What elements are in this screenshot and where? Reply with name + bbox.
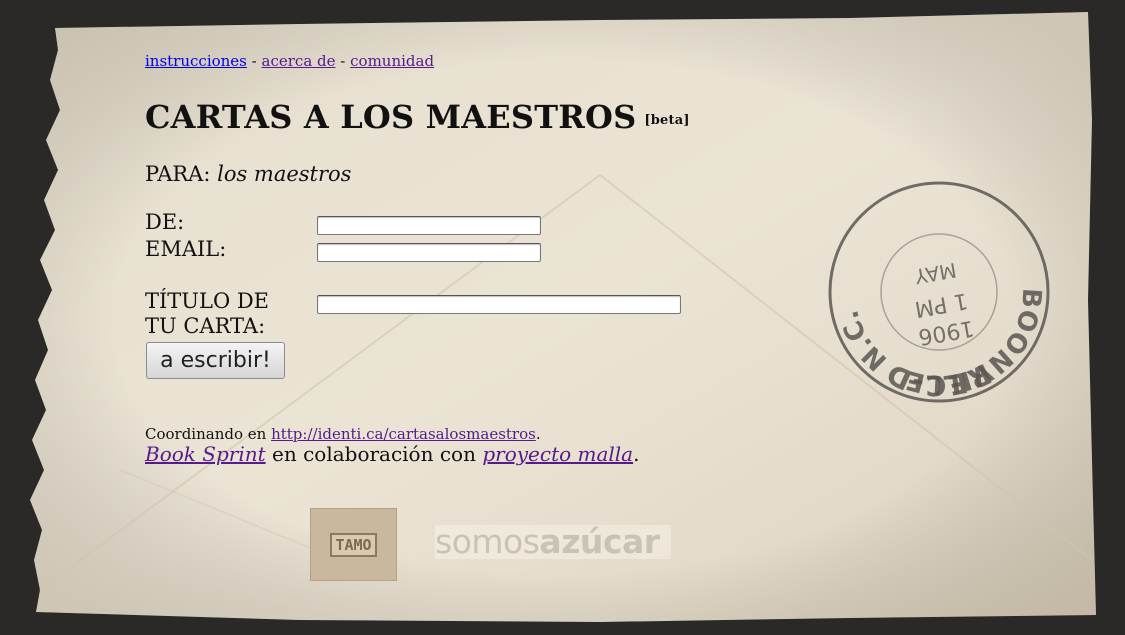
- svg-text:MAY: MAY: [912, 258, 958, 289]
- top-nav: instrucciones - acerca de - comunidad: [145, 52, 434, 70]
- proyecto-malla-link[interactable]: proyecto malla: [482, 442, 633, 466]
- coordination-text: Coordinando en: [145, 425, 267, 443]
- de-label: DE:: [145, 210, 185, 234]
- nav-link-comunidad[interactable]: comunidad: [350, 52, 434, 70]
- postmark-stamp: REC-D BOONVILLE N.C. 1906 1 PM MAY: [828, 181, 1050, 403]
- identica-link[interactable]: http://identi.ca/cartasalosmaestros: [271, 425, 536, 443]
- email-label: EMAIL:: [145, 237, 227, 261]
- recipient-line: PARA: los maestros: [145, 162, 351, 186]
- tamo-logo-text: TAMO: [330, 532, 377, 557]
- somos-azucar-logo[interactable]: somosazúcar: [435, 525, 671, 559]
- titulo-field[interactable]: [317, 295, 681, 314]
- somos-logo-text: somos: [435, 522, 540, 561]
- coordination-period: .: [535, 425, 541, 443]
- tamo-logo[interactable]: TAMO: [310, 508, 397, 581]
- page: REC-D BOONVILLE N.C. 1906 1 PM MAY instr…: [0, 0, 1125, 635]
- beta-badge: [beta]: [644, 113, 690, 128]
- azucar-logo-text: azúcar: [539, 522, 660, 561]
- page-title-text: CARTAS A LOS MAESTROS: [145, 98, 637, 136]
- book-sprint-link[interactable]: Book Sprint: [145, 442, 266, 466]
- svg-text:1 PM: 1 PM: [913, 287, 970, 321]
- recipient-label: PARA:: [145, 162, 211, 186]
- nav-separator: -: [251, 52, 257, 70]
- nav-separator: -: [340, 52, 346, 70]
- collaboration-text: en colaboración con: [265, 442, 483, 466]
- email-field[interactable]: [317, 243, 541, 262]
- submit-button[interactable]: a escribir!: [146, 342, 285, 379]
- collaboration-period: .: [633, 442, 640, 466]
- de-field[interactable]: [317, 216, 541, 235]
- collaboration-line: Book Sprint en colaboración con proyecto…: [145, 442, 639, 466]
- recipient-value: los maestros: [217, 162, 352, 186]
- page-title: CARTAS A LOS MAESTROS [beta]: [145, 98, 690, 136]
- nav-link-acerca-de[interactable]: acerca de: [262, 52, 336, 70]
- nav-link-instrucciones[interactable]: instrucciones: [145, 52, 247, 70]
- coordination-line: Coordinando en http://identi.ca/cartasal…: [145, 425, 541, 443]
- titulo-label: TÍTULO DE TU CARTA:: [145, 289, 270, 338]
